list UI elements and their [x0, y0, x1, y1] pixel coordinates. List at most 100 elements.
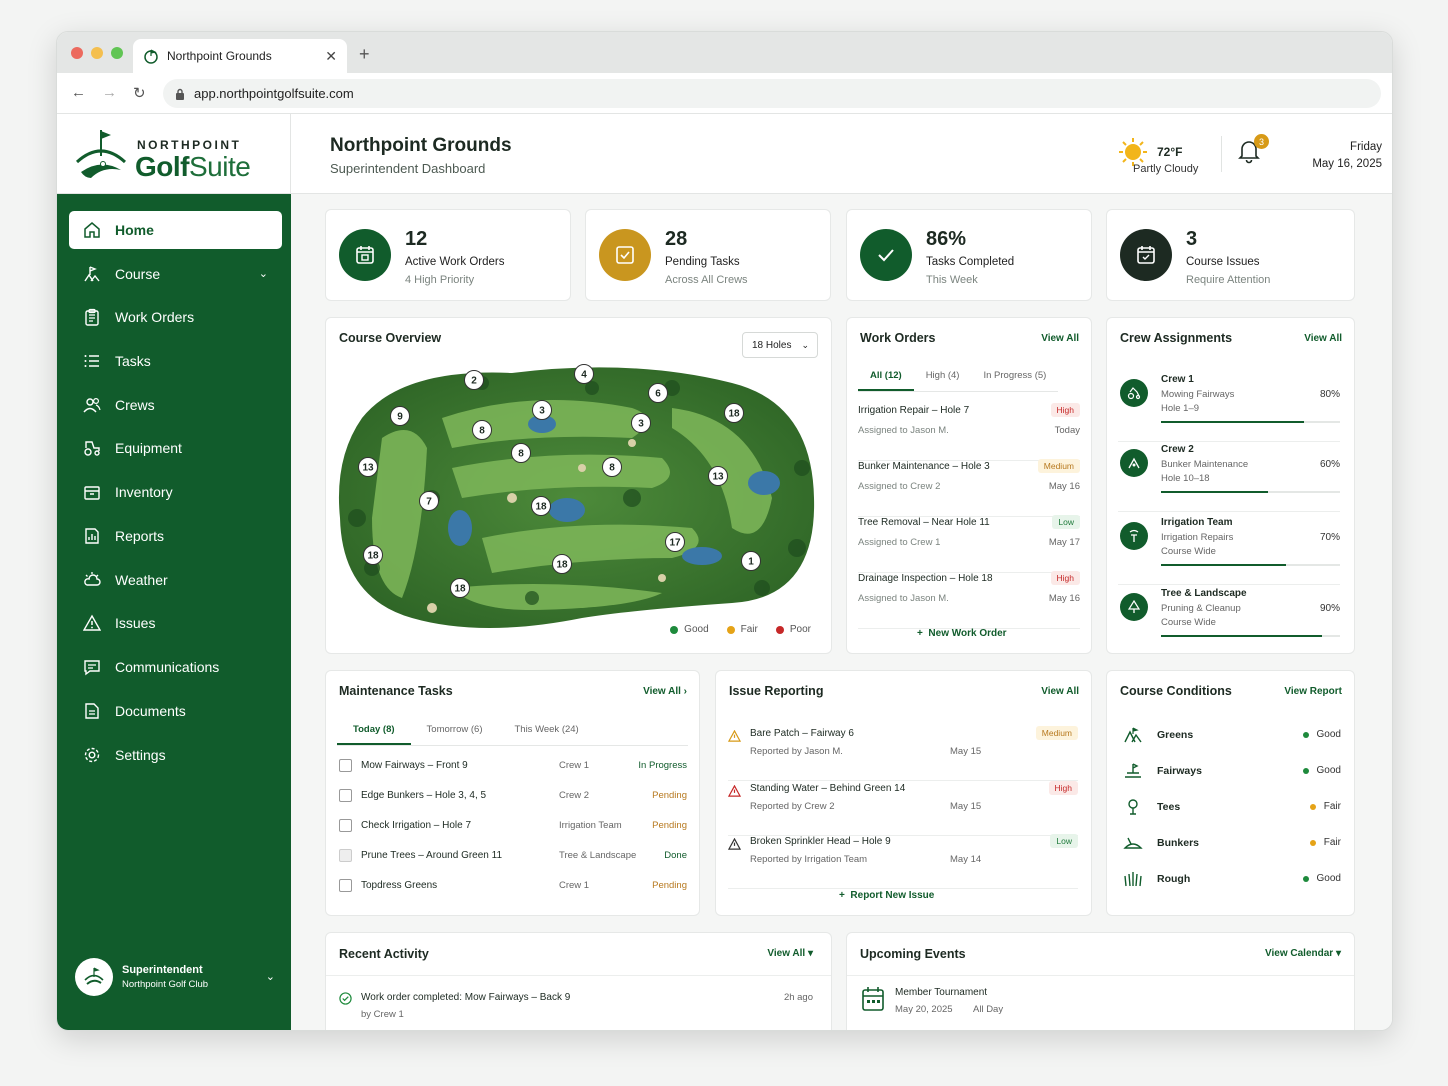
chevron-down-icon[interactable]: ⌄	[266, 970, 275, 983]
brand-logo[interactable]: NORTHPOINT GolfSuite	[57, 114, 291, 194]
sidebar-item-documents[interactable]: Documents	[69, 692, 282, 730]
tab-in-progress[interactable]: In Progress (5)	[971, 370, 1058, 391]
sidebar-item-course[interactable]: Course ⌄	[69, 255, 282, 293]
stat-card-tasks-completed[interactable]: 86% Tasks Completed This Week	[846, 209, 1092, 301]
view-all-link[interactable]: View All ▾	[767, 948, 813, 959]
condition-row[interactable]: Bunkers Fair	[1123, 834, 1341, 870]
warning-icon	[728, 785, 741, 797]
condition-row[interactable]: Fairways Good	[1123, 762, 1341, 798]
condition-row[interactable]: Greens Good	[1123, 726, 1341, 762]
crew-item[interactable]: Crew 1 Mowing Fairways Hole 1–9 80%	[1118, 370, 1340, 442]
view-report-link[interactable]: View Report	[1284, 686, 1342, 697]
sidebar-item-inventory[interactable]: Inventory	[69, 473, 282, 511]
hole-marker[interactable]: 8	[602, 457, 622, 477]
sidebar-item-crews[interactable]: Crews	[69, 386, 282, 424]
sidebar-item-communications[interactable]: Communications	[69, 648, 282, 686]
hole-marker[interactable]: 13	[358, 457, 378, 477]
view-calendar-link[interactable]: View Calendar ▾	[1265, 948, 1341, 959]
reload-icon[interactable]: ↻	[133, 84, 146, 102]
task-row[interactable]: Mow Fairways – Front 9 Crew 1 In Progres…	[339, 759, 687, 789]
stat-card-course-issues[interactable]: 3 Course Issues Require Attention	[1106, 209, 1355, 301]
close-window-button[interactable]	[71, 47, 83, 59]
task-checkbox[interactable]	[339, 849, 352, 862]
stat-card-work-orders[interactable]: 12 Active Work Orders 4 High Priority	[325, 209, 571, 301]
view-all-link[interactable]: View All	[1304, 333, 1342, 344]
hole-marker[interactable]: 9	[390, 406, 410, 426]
stat-sublabel: 4 High Priority	[405, 274, 475, 286]
hole-marker[interactable]: 8	[472, 420, 492, 440]
hole-marker[interactable]: 18	[724, 403, 744, 423]
tab-today[interactable]: Today (8)	[337, 724, 411, 745]
tab-close-icon[interactable]: ✕	[325, 48, 337, 65]
hole-marker[interactable]: 4	[574, 364, 594, 384]
hole-marker[interactable]: 6	[648, 383, 668, 403]
new-tab-icon[interactable]: +	[359, 44, 370, 65]
task-checkbox[interactable]	[339, 789, 352, 802]
stat-label: Course Issues	[1186, 256, 1260, 268]
hole-marker[interactable]: 3	[532, 400, 552, 420]
user-menu[interactable]: Superintendent Northpoint Golf Club ⌄	[75, 958, 275, 996]
task-crew: Crew 2	[559, 790, 590, 801]
hole-marker[interactable]: 18	[450, 578, 470, 598]
issue-item[interactable]: Standing Water – Behind Green 14 Reporte…	[728, 781, 1078, 836]
sidebar-item-reports[interactable]: Reports	[69, 517, 282, 555]
browser-tab[interactable]: Northpoint Grounds ✕	[133, 39, 347, 73]
hole-marker[interactable]: 18	[363, 545, 383, 565]
issue-item[interactable]: Bare Patch – Fairway 6 Reported by Jason…	[728, 726, 1078, 781]
hole-marker[interactable]: 8	[511, 443, 531, 463]
crew-item[interactable]: Crew 2 Bunker Maintenance Hole 10–18 60%	[1118, 440, 1340, 512]
view-all-link[interactable]: View All ›	[643, 686, 687, 697]
sidebar-item-weather[interactable]: Weather	[69, 561, 282, 599]
tab-tomorrow[interactable]: Tomorrow (6)	[411, 724, 499, 745]
work-order-item[interactable]: Drainage Inspection – Hole 18 Assigned t…	[858, 571, 1080, 629]
hole-marker[interactable]: 3	[631, 413, 651, 433]
tab-this-week[interactable]: This Week (24)	[498, 724, 594, 745]
work-order-item[interactable]: Irrigation Repair – Hole 7 Assigned to J…	[858, 403, 1080, 461]
sidebar-item-settings[interactable]: Settings	[69, 736, 282, 774]
hole-marker[interactable]: 1	[741, 551, 761, 571]
forward-icon[interactable]: →	[102, 84, 117, 102]
back-icon[interactable]: ←	[71, 84, 86, 102]
condition-row[interactable]: Rough Good	[1123, 870, 1341, 906]
task-row[interactable]: Edge Bunkers – Hole 3, 4, 5 Crew 2 Pendi…	[339, 789, 687, 819]
hole-marker[interactable]: 17	[665, 532, 685, 552]
condition-row[interactable]: Tees Fair	[1123, 798, 1341, 834]
new-work-order-button[interactable]: + New Work Order	[917, 628, 1007, 639]
hole-marker[interactable]: 13	[708, 466, 728, 486]
task-checkbox[interactable]	[339, 759, 352, 772]
work-order-item[interactable]: Bunker Maintenance – Hole 3 Assigned to …	[858, 459, 1080, 517]
hole-marker[interactable]: 2	[464, 370, 484, 390]
event-item[interactable]: Member Tournament May 20, 2025 All Day	[861, 986, 1003, 1017]
tab-high[interactable]: High (4)	[914, 370, 972, 391]
hole-marker[interactable]: 7	[419, 491, 439, 511]
view-all-link[interactable]: View All	[1041, 333, 1079, 344]
task-row[interactable]: Check Irrigation – Hole 7 Irrigation Tea…	[339, 819, 687, 849]
crew-item[interactable]: Tree & Landscape Pruning & Cleanup Cours…	[1118, 584, 1340, 656]
view-all-link[interactable]: View All	[1041, 686, 1079, 697]
report-new-issue-button[interactable]: + Report New Issue	[839, 890, 934, 901]
chevron-down-icon[interactable]: ⌄	[259, 267, 268, 280]
task-row[interactable]: Topdress Greens Crew 1 Pending	[339, 879, 687, 909]
work-order-item[interactable]: Tree Removal – Near Hole 11 Assigned to …	[858, 515, 1080, 573]
minimize-window-button[interactable]	[91, 47, 103, 59]
sidebar-item-work-orders[interactable]: Work Orders	[69, 298, 282, 336]
crew-item[interactable]: Irrigation Team Irrigation Repairs Cours…	[1118, 513, 1340, 585]
sidebar-item-equipment[interactable]: Equipment	[69, 429, 282, 467]
sidebar-item-tasks[interactable]: Tasks	[69, 342, 282, 380]
weather-widget[interactable]: 72°F Partly Cloudy	[1117, 136, 1198, 175]
hole-marker[interactable]: 18	[552, 554, 572, 574]
sidebar-item-label: Crews	[115, 396, 155, 413]
task-checkbox[interactable]	[339, 819, 352, 832]
sidebar-item-home[interactable]: Home	[69, 211, 282, 249]
hole-marker[interactable]: 18	[531, 496, 551, 516]
url-field[interactable]: app.northpointgolfsuite.com	[163, 79, 1381, 108]
task-checkbox[interactable]	[339, 879, 352, 892]
notifications-button[interactable]: 3	[1237, 134, 1269, 169]
stat-card-pending-tasks[interactable]: 28 Pending Tasks Across All Crews	[585, 209, 831, 301]
tab-all[interactable]: All (12)	[858, 370, 914, 391]
maximize-window-button[interactable]	[111, 47, 123, 59]
task-row[interactable]: Prune Trees – Around Green 11 Tree & Lan…	[339, 849, 687, 879]
issue-item[interactable]: Broken Sprinkler Head – Hole 9 Reported …	[728, 834, 1078, 889]
sidebar-item-issues[interactable]: Issues	[69, 604, 282, 642]
course-map[interactable]: 2 4 6 9 3 8 3 18 13 8 8 13 7 18 17 18 18 1 18	[332, 348, 822, 638]
